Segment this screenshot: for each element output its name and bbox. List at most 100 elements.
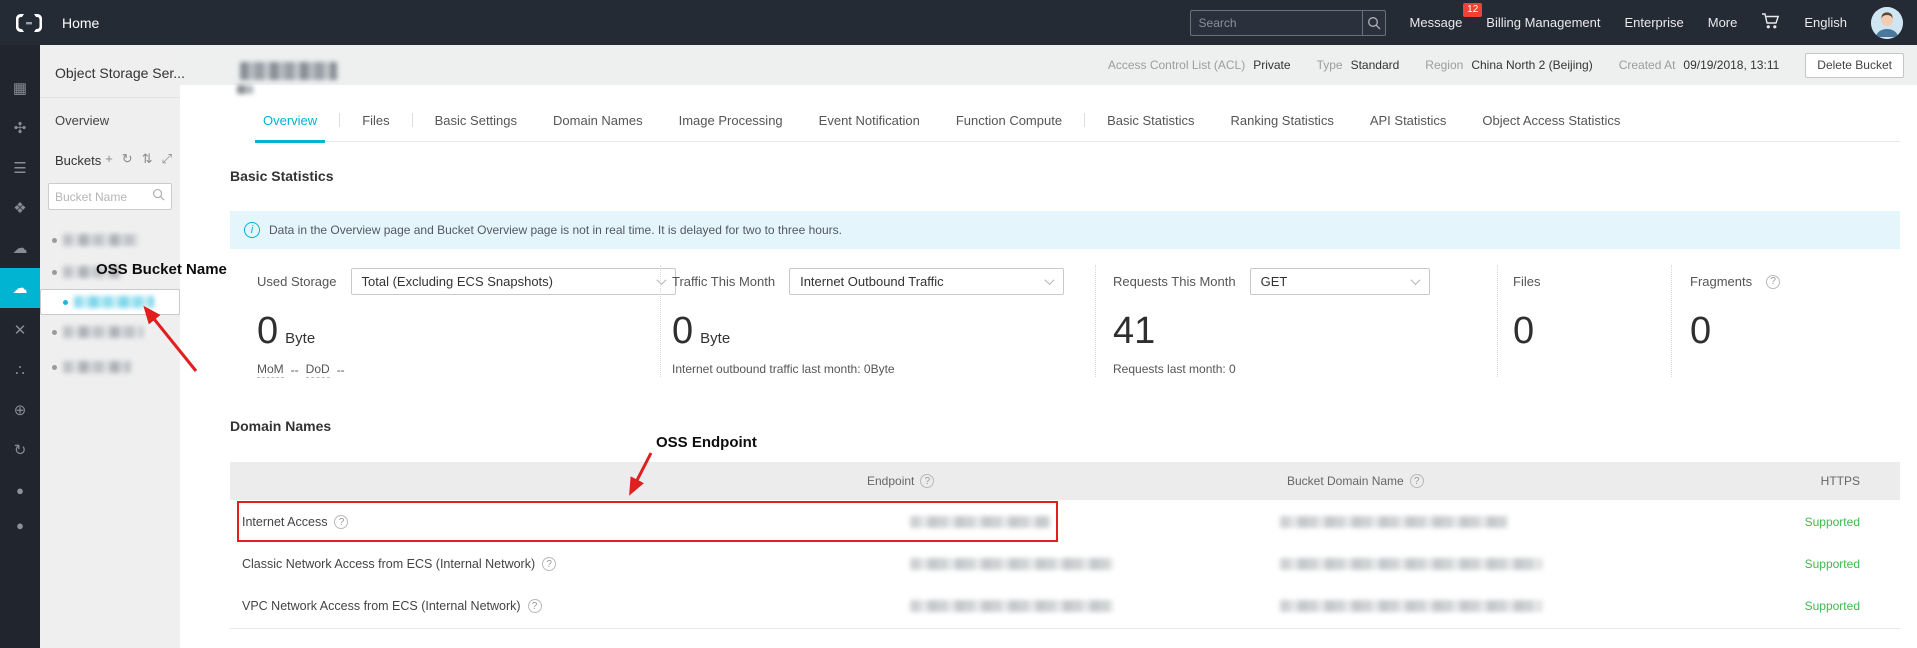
card-divider [660,265,661,377]
censored-endpoint-value [910,600,1113,612]
billing-management-menu-item[interactable]: Billing Management [1486,15,1600,30]
delete-bucket-button[interactable]: Delete Bucket [1805,53,1904,78]
tab-function-compute[interactable]: Function Compute [948,113,1070,141]
cloud-sync-icon[interactable]: ↻ [0,437,40,463]
more-menu-item[interactable]: More [1708,15,1738,30]
bucket-tabs: Overview Files Basic Settings Domain Nam… [255,100,1900,142]
tab-separator [1084,113,1085,127]
traffic-label: Traffic This Month [672,274,775,289]
refresh-icon[interactable]: ↻ [122,151,133,167]
search-icon[interactable] [152,188,171,206]
enterprise-menu-item[interactable]: Enterprise [1624,15,1683,30]
requests-card: Requests This Month GET 41 Requests last… [1113,268,1430,376]
tab-api-statistics[interactable]: API Statistics [1362,113,1455,141]
type-label: Type [1317,58,1343,72]
type-value: Standard [1351,58,1400,72]
censored-bucket-domain-value [1280,558,1542,570]
help-icon[interactable] [528,599,542,613]
used-storage-unit: Byte [285,330,315,347]
buckets-label: Buckets [55,153,101,168]
used-storage-select[interactable]: Total (Excluding ECS Snapshots) [351,268,676,295]
mom-label[interactable]: MoM [257,362,284,378]
cart-icon[interactable] [1761,12,1780,33]
mom-value: -- [291,363,299,377]
https-column-header: HTTPS [1821,462,1860,500]
expand-icon[interactable]: ⤢ [162,151,172,167]
product-title: Object Storage Ser... [55,65,185,81]
tab-event-notification[interactable]: Event Notification [811,113,928,141]
help-icon[interactable] [1766,275,1780,289]
bucket-dot-icon [52,270,57,275]
globe-icon[interactable]: ⊕ [0,397,40,423]
tab-image-processing[interactable]: Image Processing [671,113,791,141]
help-icon[interactable] [920,474,934,488]
card-divider [1671,265,1672,377]
tab-files[interactable]: Files [354,113,397,141]
oss-active-icon[interactable]: ☁ [0,268,40,308]
used-storage-value: 0 [257,312,278,350]
info-icon [244,222,260,238]
chevron-down-icon [1045,275,1055,285]
requests-select[interactable]: GET [1250,268,1430,295]
censored-bucket-domain-value [1280,600,1542,612]
add-bucket-icon[interactable]: + [105,151,113,167]
traffic-unit: Byte [700,330,730,347]
censored-bucket-name [74,296,154,308]
service-dot-icon[interactable]: ● [0,512,40,538]
bucket-list-item[interactable] [40,228,180,252]
main-content: Access Control List (ACL)Private TypeSta… [180,45,1917,648]
tab-basic-statistics[interactable]: Basic Statistics [1099,113,1202,141]
bucket-dot-icon [52,330,57,335]
network-nodes-icon[interactable]: ✣ [0,115,40,141]
tab-overview[interactable]: Overview [255,113,325,141]
traffic-subtext: Internet outbound traffic last month: 0B… [672,362,895,376]
sort-icon[interactable]: ⇅ [142,151,153,167]
bucket-dot-icon [52,365,57,370]
tab-basic-settings[interactable]: Basic Settings [427,113,525,141]
bucket-list-item[interactable] [40,320,180,344]
global-search-box[interactable] [1190,10,1386,36]
apps-grid-icon[interactable]: ▦ [0,75,40,101]
search-icon[interactable] [1362,11,1385,35]
bucket-search-input[interactable] [49,190,152,204]
service-dot-icon[interactable]: ● [0,477,40,503]
censored-bucket-name [63,234,138,246]
help-icon[interactable] [1410,474,1424,488]
notice-text: Data in the Overview page and Bucket Ove… [269,223,842,237]
fragments-card: Fragments 0 [1690,268,1780,350]
bucket-dot-icon [63,300,68,305]
tab-domain-names[interactable]: Domain Names [545,113,651,141]
global-search-input[interactable] [1191,16,1362,30]
traffic-select[interactable]: Internet Outbound Traffic [789,268,1064,295]
share-nodes-icon[interactable]: ∴ [0,357,40,383]
user-avatar[interactable] [1871,7,1903,39]
dod-label[interactable]: DoD [306,362,330,378]
help-icon[interactable] [542,557,556,571]
product-icon-rail: ▦ ✣ ☰ ❖ ☁ ☁ ✕ ∴ ⊕ ↻ ● ● [0,45,40,648]
domain-names-table: Endpoint Bucket Domain Name HTTPS Intern… [230,462,1900,629]
security-shield-icon[interactable]: ❖ [0,195,40,221]
tab-object-access-statistics[interactable]: Object Access Statistics [1474,113,1628,141]
bucket-list-item-selected[interactable] [40,289,180,315]
language-selector[interactable]: English [1804,15,1847,30]
oss-sidebar: Object Storage Ser... Overview Buckets +… [40,45,180,648]
https-status: Supported [1805,599,1860,613]
traffic-card: Traffic This Month Internet Outbound Tra… [672,268,1064,376]
requests-select-value: GET [1261,274,1288,289]
message-menu-item[interactable]: Message [1410,15,1463,30]
tab-separator [412,113,413,127]
tools-icon[interactable]: ✕ [0,317,40,343]
tab-ranking-statistics[interactable]: Ranking Statistics [1223,113,1342,141]
row-label: Classic Network Access from ECS (Interna… [242,557,535,571]
censored-bucket-name [63,361,131,373]
cloud-icon[interactable]: ☁ [0,235,40,261]
bucket-list-item[interactable] [40,355,180,379]
bucket-search-box[interactable] [48,183,172,210]
traffic-value: 0 [672,312,693,350]
alibaba-cloud-logo-icon[interactable] [14,11,44,35]
server-stack-icon[interactable]: ☰ [0,155,40,181]
home-link[interactable]: Home [62,15,99,31]
annotation-oss-bucket-name: OSS Bucket Name [96,261,227,278]
sidebar-item-overview[interactable]: Overview [55,113,109,128]
sidebar-divider [40,97,180,98]
